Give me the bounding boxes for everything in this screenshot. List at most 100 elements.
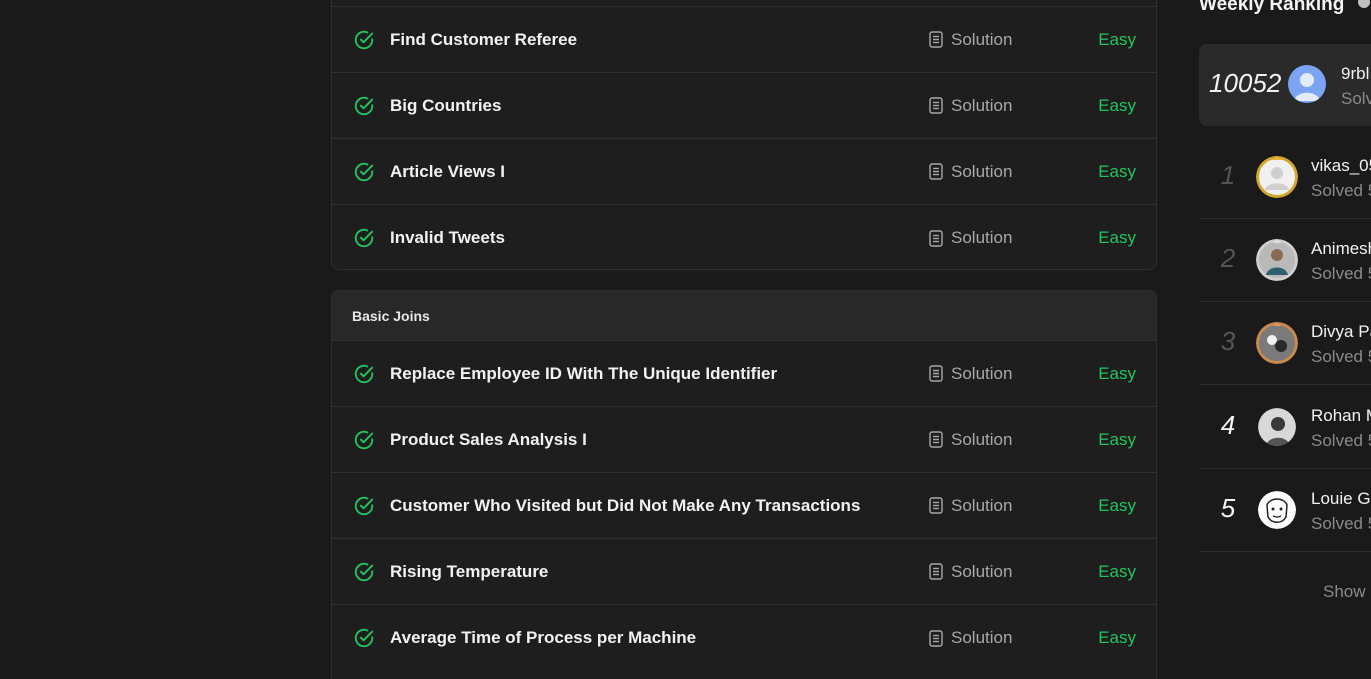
my-username[interactable]: 9rbl (1341, 64, 1369, 84)
check-circle-icon (354, 496, 374, 515)
my-solved-count: Solv (1341, 89, 1371, 108)
solution-link[interactable]: Solution (929, 96, 1012, 116)
ranking-solved-count: Solved 5 (1311, 431, 1371, 450)
ranking-solved-count: Solved 5 (1311, 264, 1371, 283)
ranking-username[interactable]: vikas_05 (1311, 156, 1371, 176)
ranking-username[interactable]: Animesh (1311, 239, 1371, 259)
ranking-username[interactable]: Louie G (1311, 489, 1371, 509)
problem-row[interactable]: Product Sales Analysis I Solution Easy (332, 407, 1156, 473)
bronze-frame-avatar-icon (1256, 322, 1298, 364)
rank-number: 1 (1220, 160, 1236, 190)
ranking-title: Weekly Ranking (1199, 0, 1345, 15)
document-icon (929, 365, 943, 382)
rank-number: 3 (1220, 326, 1236, 356)
solution-link[interactable]: Solution (929, 162, 1012, 182)
solution-link[interactable]: Solution (929, 30, 1012, 50)
gold-frame-avatar-icon (1256, 156, 1298, 198)
page: Find Customer Referee Solution Easy Big … (0, 0, 1371, 679)
document-icon (929, 497, 943, 514)
solution-label: Solution (951, 363, 1013, 383)
problem-row[interactable]: Replace Employee ID With The Unique Iden… (332, 341, 1156, 407)
ranking-solved-count: Solved 5 (1311, 347, 1371, 366)
solution-label: Solution (951, 29, 1013, 49)
problem-row (332, 0, 1156, 7)
document-icon (929, 431, 943, 448)
document-icon (929, 97, 943, 114)
check-circle-icon (354, 30, 374, 49)
solution-link[interactable]: Solution (929, 562, 1012, 582)
silver-frame-avatar-icon (1256, 239, 1298, 281)
section-header: Basic Joins (332, 291, 1156, 341)
ranking-row[interactable]: 5 Louie G Solved 5 (1199, 469, 1371, 552)
problem-title[interactable]: Product Sales Analysis I (390, 430, 587, 450)
solution-label: Solution (951, 561, 1013, 581)
difficulty-badge: Easy (1098, 161, 1136, 181)
document-icon (929, 163, 943, 180)
difficulty-badge: Easy (1098, 363, 1136, 383)
check-circle-icon (354, 96, 374, 115)
problem-title[interactable]: Average Time of Process per Machine (390, 628, 696, 648)
difficulty-badge: Easy (1098, 561, 1136, 581)
document-icon (929, 563, 943, 580)
show-more-button[interactable]: Show (1323, 582, 1366, 602)
solution-link[interactable]: Solution (929, 496, 1012, 516)
problem-row[interactable]: Big Countries Solution Easy (332, 73, 1156, 139)
problem-card-general: Find Customer Referee Solution Easy Big … (331, 0, 1157, 270)
problem-card-basic-joins: Basic Joins Replace Employee ID With The… (331, 290, 1157, 679)
solution-link[interactable]: Solution (929, 628, 1012, 648)
solution-link[interactable]: Solution (929, 228, 1012, 248)
avatar[interactable] (1256, 156, 1298, 198)
difficulty-badge: Easy (1098, 429, 1136, 449)
solution-label: Solution (951, 161, 1013, 181)
check-circle-icon (354, 228, 374, 248)
rank-number: 2 (1220, 243, 1236, 273)
check-circle-icon (354, 430, 374, 449)
check-circle-icon (354, 562, 374, 581)
problem-row[interactable]: Rising Temperature Solution Easy (332, 539, 1156, 605)
cartoon-avatar-icon (1258, 491, 1296, 529)
problem-row[interactable]: Find Customer Referee Solution Easy (332, 7, 1156, 73)
check-circle-icon (354, 628, 374, 648)
ranking-solved-count: Solved 5 (1311, 181, 1371, 200)
check-circle-icon (354, 162, 374, 181)
ranking-username[interactable]: Rohan M (1311, 406, 1371, 426)
solution-label: Solution (951, 429, 1013, 449)
solution-link[interactable]: Solution (929, 364, 1012, 384)
problem-title[interactable]: Invalid Tweets (390, 228, 505, 248)
problem-row[interactable]: Average Time of Process per Machine Solu… (332, 605, 1156, 671)
solution-label: Solution (951, 228, 1013, 247)
solution-link[interactable]: Solution (929, 430, 1012, 450)
check-circle-icon (354, 364, 374, 383)
difficulty-badge: Easy (1098, 495, 1136, 515)
default-user-icon (1294, 73, 1320, 101)
avatar[interactable] (1256, 322, 1298, 364)
problem-row[interactable]: Article Views I Solution Easy (332, 139, 1156, 205)
difficulty-badge: Easy (1098, 228, 1136, 247)
my-rank: 10052 (1209, 68, 1282, 98)
avatar[interactable] (1258, 491, 1296, 529)
ranking-row[interactable]: 2 Animesh Solved 5 (1199, 219, 1371, 302)
my-ranking-card: 10052 9rbl Solv (1199, 44, 1371, 126)
ranking-solved-count: Solved 5 (1311, 514, 1371, 533)
problem-title[interactable]: Find Customer Referee (390, 30, 577, 50)
problem-title[interactable]: Rising Temperature (390, 562, 548, 582)
avatar[interactable] (1258, 408, 1296, 446)
ranking-username[interactable]: Divya Pa (1311, 322, 1371, 342)
ranking-row[interactable]: 1 vikas_05 Solved 5 (1199, 136, 1371, 219)
problem-row[interactable]: Customer Who Visited but Did Not Make An… (332, 473, 1156, 539)
problem-title[interactable]: Replace Employee ID With The Unique Iden… (390, 364, 777, 384)
avatar[interactable] (1288, 65, 1326, 103)
problem-title[interactable]: Customer Who Visited but Did Not Make An… (390, 496, 860, 516)
avatar[interactable] (1256, 239, 1298, 281)
ranking-row[interactable]: 3 Divya Pa Solved 5 (1199, 302, 1371, 385)
user-photo-icon (1258, 408, 1296, 446)
difficulty-badge: Easy (1098, 95, 1136, 115)
problem-title[interactable]: Article Views I (390, 162, 505, 182)
difficulty-badge: Easy (1098, 29, 1136, 49)
problem-row[interactable]: Invalid Tweets Solution Easy (332, 205, 1156, 269)
rank-number: 4 (1220, 410, 1236, 440)
ranking-row[interactable]: 4 Rohan M Solved 5 (1199, 386, 1371, 469)
solution-label: Solution (951, 495, 1013, 515)
info-icon[interactable] (1358, 0, 1370, 8)
problem-title[interactable]: Big Countries (390, 96, 501, 116)
